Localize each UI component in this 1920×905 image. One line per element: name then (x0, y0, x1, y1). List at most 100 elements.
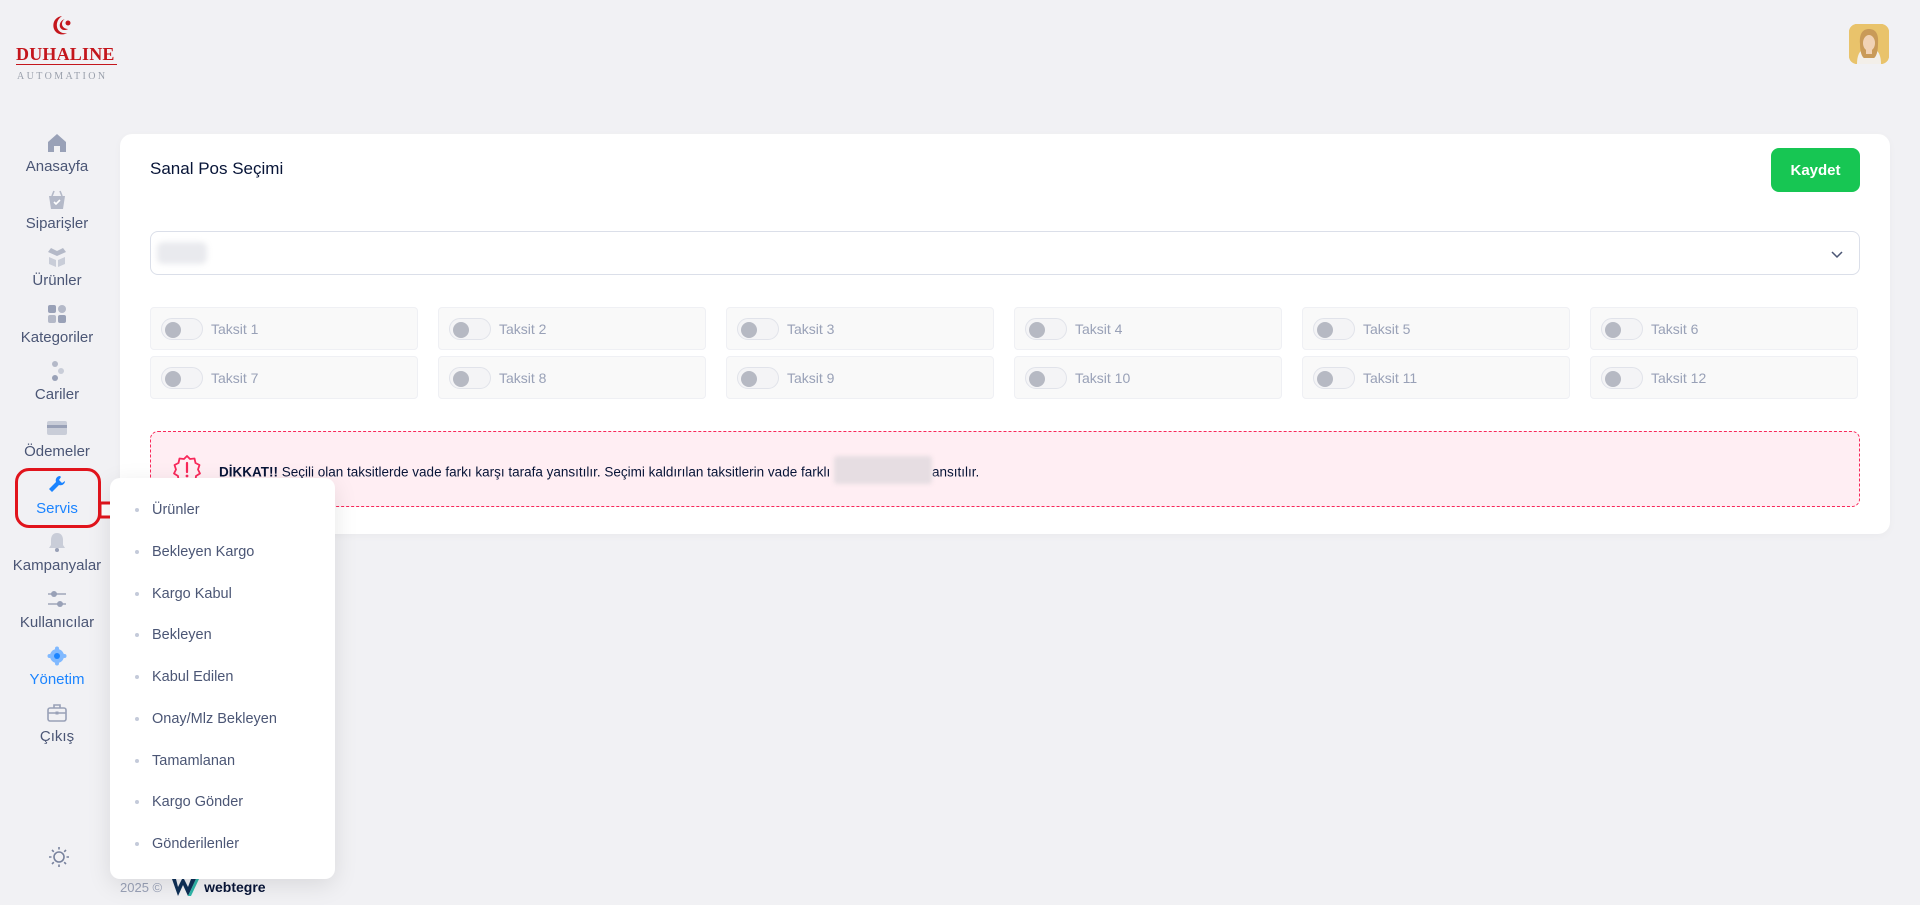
installment-label: Taksit 11 (1363, 369, 1418, 386)
sidebar-item-label: Kullanıcılar (19, 614, 95, 631)
submenu-item-tamamlanan[interactable]: Tamamlanan (110, 744, 335, 778)
installment-toggle[interactable] (1313, 317, 1355, 340)
installment-option: Taksit 8 (438, 356, 706, 399)
copyright-text: 2025 © (120, 879, 163, 895)
pos-select[interactable] (150, 231, 1860, 275)
footer: 2025 © webtegre (120, 876, 266, 898)
sidebar-item-label: Ürünler (32, 272, 82, 289)
sidebar-item-kullanicilar[interactable]: Kullanıcılar (0, 587, 114, 639)
home-icon (48, 134, 66, 152)
bullet-icon (135, 675, 139, 679)
installment-label: Taksit 9 (787, 369, 835, 386)
submenu-item-label: Bekleyen (152, 627, 212, 643)
installment-option: Taksit 4 (1014, 307, 1282, 350)
submenu-item-kabul-edilen[interactable]: Kabul Edilen (110, 660, 335, 694)
submenu-item-urunler[interactable]: Ürünler (110, 493, 335, 527)
avatar[interactable] (1849, 24, 1889, 64)
installment-option: Taksit 5 (1302, 307, 1570, 350)
installment-option: Taksit 10 (1014, 356, 1282, 399)
submenu-item-bekleyen-kargo[interactable]: Bekleyen Kargo (110, 535, 335, 569)
installment-label: Taksit 7 (211, 369, 259, 386)
installment-option: Taksit 9 (726, 356, 994, 399)
category-icon (48, 305, 66, 323)
submenu-item-kargo-gonder[interactable]: Kargo Gönder (110, 785, 335, 819)
sidebar-item-label: Kampanyalar (12, 557, 102, 574)
submenu-item-label: Kargo Gönder (152, 794, 244, 810)
installment-option: Taksit 11 (1302, 356, 1570, 399)
sidebar-item-urunler[interactable]: Ürünler (0, 245, 114, 297)
installment-label: Taksit 6 (1651, 320, 1699, 337)
warning-body: Seçili olan taksitlerde vade farkı karşı… (277, 464, 834, 480)
installment-toggle[interactable] (161, 317, 203, 340)
save-button[interactable]: Kaydet (1771, 148, 1860, 192)
submenu-item-kargo-kabul[interactable]: Kargo Kabul (110, 577, 335, 611)
sidebar-item-label: Kategoriler (20, 329, 94, 346)
bullet-icon (135, 592, 139, 596)
sidebar-item-cariler[interactable]: Cariler (0, 359, 114, 411)
company-name[interactable]: webtegre (204, 879, 265, 895)
installment-toggle[interactable] (737, 317, 779, 340)
installment-grid: Taksit 1 Taksit 2 Taksit 3 Taksit 4 Taks… (150, 307, 1860, 399)
submenu-item-label: Kargo Kabul (152, 586, 232, 602)
installment-toggle[interactable] (161, 366, 203, 389)
submenu-item-label: Ürünler (152, 502, 200, 518)
submenu-item-bekleyen[interactable]: Bekleyen (110, 618, 335, 652)
sidebar-item-cikis[interactable]: Çıkış (0, 701, 114, 753)
sidebar-item-anasayfa[interactable]: Anasayfa (0, 131, 114, 183)
basket-icon (49, 190, 65, 209)
sliders-icon (48, 591, 66, 607)
installment-toggle[interactable] (1025, 317, 1067, 340)
bullet-icon (135, 842, 139, 846)
brand-logo[interactable]: DUHALINE AUTOMATION (8, 14, 117, 82)
sidebar-item-label: Cariler (34, 386, 80, 403)
briefcase-icon (47, 704, 67, 722)
bell-icon (49, 533, 65, 552)
sidebar-item-label: Siparişler (25, 215, 89, 232)
boxes-icon (48, 248, 66, 267)
webtegre-logo-icon (172, 877, 200, 896)
sun-icon[interactable] (47, 845, 71, 869)
installment-option: Taksit 6 (1590, 307, 1858, 350)
installment-label: Taksit 2 (499, 320, 547, 337)
installment-option: Taksit 3 (726, 307, 994, 350)
submenu-item-label: Bekleyen Kargo (152, 544, 255, 560)
submenu-item-gonderilenler[interactable]: Gönderilenler (110, 827, 335, 861)
installment-toggle[interactable] (449, 366, 491, 389)
installment-toggle[interactable] (737, 366, 779, 389)
bullet-icon (135, 550, 139, 554)
chevron-down-icon (1831, 251, 1843, 259)
installment-toggle[interactable] (1601, 366, 1643, 389)
virtual-pos-card: Sanal Pos Seçimi Kaydet Taksit 1 Taksit … (120, 134, 1890, 534)
warning-body-end: ansıtılır. (931, 464, 980, 480)
sidebar-item-yonetim[interactable]: Yönetim (0, 644, 114, 696)
sidebar-item-label: Yönetim (29, 671, 85, 688)
installment-toggle[interactable] (1313, 366, 1355, 389)
sidebar-item-kategoriler[interactable]: Kategoriler (0, 302, 114, 354)
submenu-item-label: Kabul Edilen (152, 669, 234, 685)
submenu-item-label: Onay/Mlz Bekleyen (152, 711, 277, 727)
installment-toggle[interactable] (449, 317, 491, 340)
installment-option: Taksit 2 (438, 307, 706, 350)
sidebar-item-label: Çıkış (39, 728, 75, 745)
sidebar-item-odemeler[interactable]: Ödemeler (0, 416, 114, 468)
card-icon (47, 421, 67, 435)
submenu-item-onay-mlz-bekleyen[interactable]: Onay/Mlz Bekleyen (110, 702, 335, 736)
installment-option: Taksit 1 (150, 307, 418, 350)
sidebar-item-kampanyalar[interactable]: Kampanyalar (0, 530, 114, 582)
installment-label: Taksit 3 (787, 320, 835, 337)
installment-option: Taksit 12 (1590, 356, 1858, 399)
bullet-icon (135, 508, 139, 512)
installment-label: Taksit 8 (499, 369, 547, 386)
submenu-item-label: Tamamlanan (152, 753, 236, 769)
brand-name: DUHALINE (16, 44, 117, 65)
installment-toggle[interactable] (1601, 317, 1643, 340)
bullet-icon (135, 800, 139, 804)
warning-text: DİKKAT!! Seçili olan taksitlerde vade fa… (219, 456, 980, 484)
installment-label: Taksit 1 (211, 320, 259, 337)
wrench-icon (49, 476, 65, 492)
bullet-icon (135, 759, 139, 763)
sidebar-item-siparisler[interactable]: Siparişler (0, 188, 114, 240)
installment-toggle[interactable] (1025, 366, 1067, 389)
sidebar-item-servis[interactable]: Servis (0, 473, 114, 525)
submenu-item-label: Gönderilenler (152, 836, 240, 852)
